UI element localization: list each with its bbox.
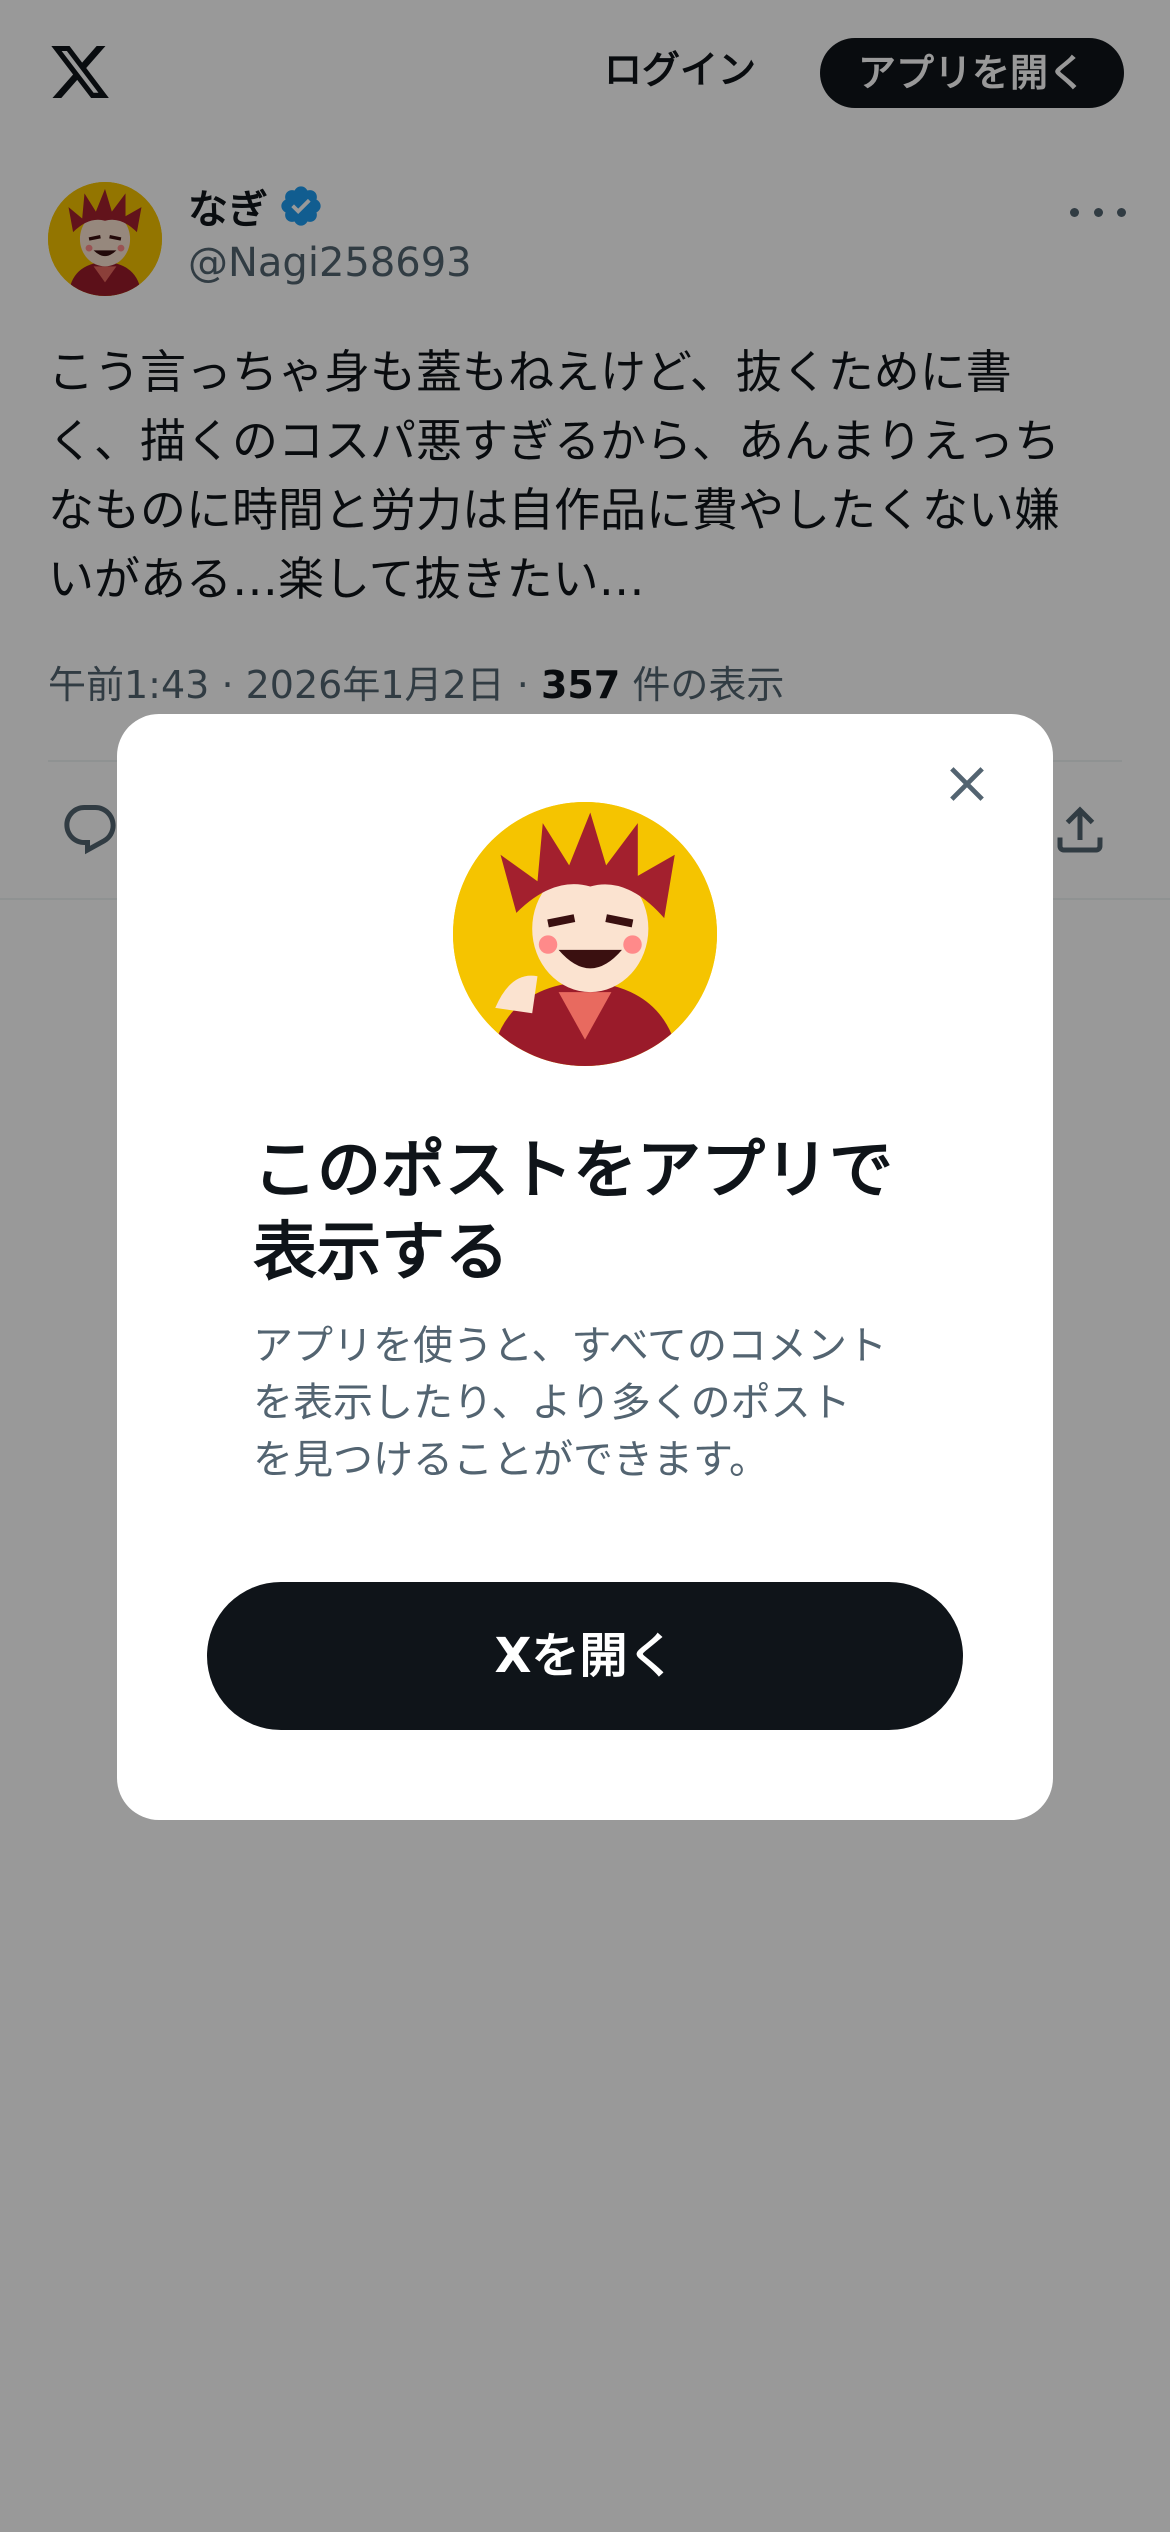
post-page: ログイン アプリを開く なぎ @Nagi258693 こう言っちゃ身も蓋もねえけ…: [0, 0, 1170, 2532]
modal-description: アプリを使うと、すべてのコメント を表示したり、より多くのポスト を見つけること…: [253, 1323, 887, 1483]
modal-title: このポストをアプリで 表示する: [253, 1134, 893, 1290]
modal-avatar: [453, 802, 717, 1066]
open-x-button[interactable]: Xを開く: [207, 1582, 963, 1730]
close-icon[interactable]: [941, 758, 993, 810]
open-in-app-modal: このポストをアプリで 表示する アプリを使うと、すべてのコメント を表示したり、…: [117, 714, 1053, 1820]
